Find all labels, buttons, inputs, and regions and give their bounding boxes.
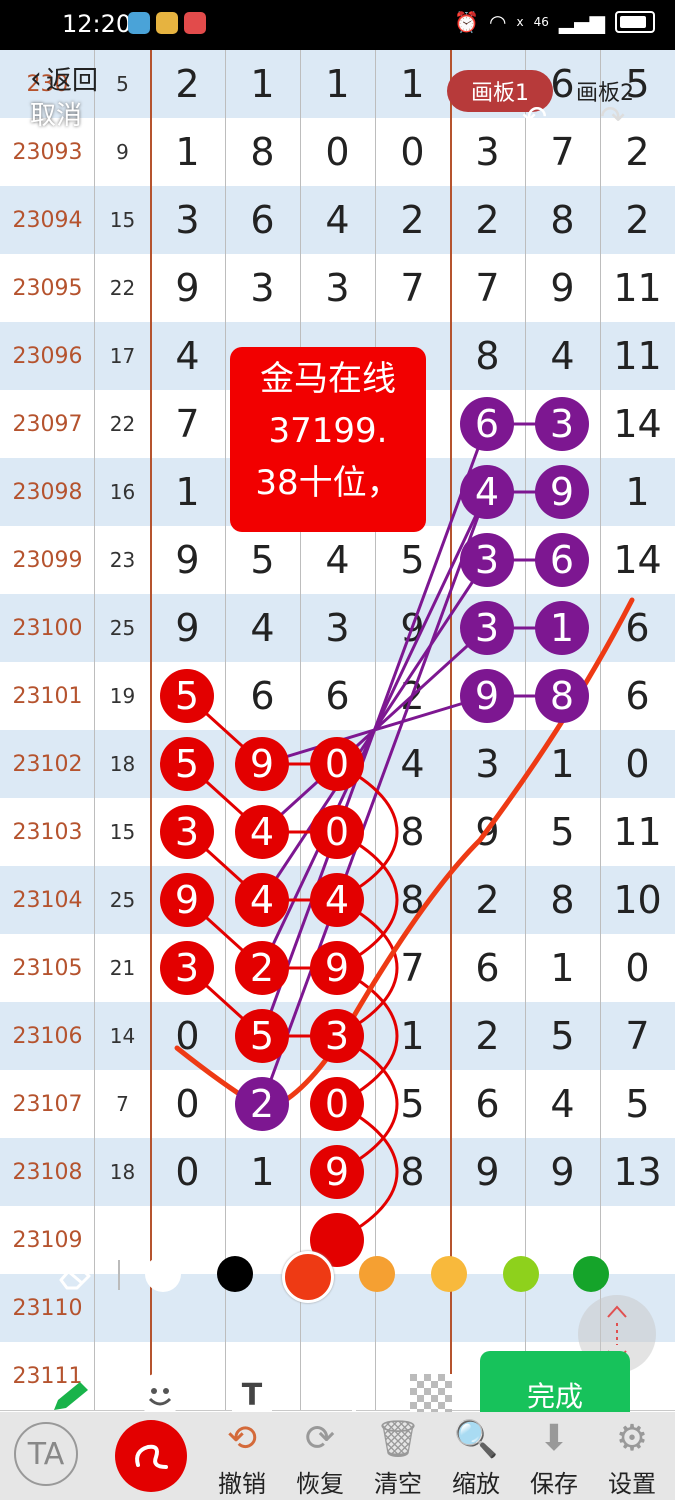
- red-marker-number: 4: [250, 878, 274, 922]
- purple-marker[interactable]: 9: [460, 669, 514, 723]
- curve-icon: [135, 1444, 168, 1469]
- undo-button[interactable]: ⟲ 撤销: [212, 1418, 272, 1499]
- color-swatch[interactable]: [503, 1256, 539, 1292]
- clear-label: 清空: [374, 1470, 422, 1498]
- color-swatch[interactable]: [431, 1256, 467, 1292]
- red-marker[interactable]: 9: [310, 941, 364, 995]
- red-marker[interactable]: 9: [310, 1145, 364, 1199]
- purple-marker[interactable]: 3: [535, 397, 589, 451]
- red-marker-number: 9: [325, 946, 349, 990]
- red-marker[interactable]: 4: [235, 805, 289, 859]
- red-marker-number: 9: [175, 878, 199, 922]
- clear-button[interactable]: 🗑 清空: [368, 1418, 428, 1499]
- purple-marker-number: 2: [250, 1082, 274, 1126]
- red-marker[interactable]: 0: [310, 1077, 364, 1131]
- red-marker-number: 5: [175, 674, 199, 718]
- freehand-button[interactable]: [115, 1420, 187, 1492]
- note-line-2: 37199.: [268, 411, 388, 451]
- red-marker[interactable]: 2: [235, 941, 289, 995]
- red-marker[interactable]: 9: [160, 873, 214, 927]
- trash-icon: 🗑: [375, 1419, 421, 1460]
- purple-marker-number: 4: [475, 470, 499, 514]
- red-marker[interactable]: 3: [160, 941, 214, 995]
- red-marker[interactable]: 5: [235, 1009, 289, 1063]
- pencil-icon[interactable]: [48, 1378, 92, 1414]
- purple-marker[interactable]: 4: [460, 465, 514, 519]
- red-marker[interactable]: 0: [310, 737, 364, 791]
- smile-face-icon: [148, 1388, 172, 1406]
- red-marker-number: 0: [325, 1082, 349, 1126]
- text-style-button[interactable]: TA: [14, 1422, 78, 1486]
- purple-marker[interactable]: 6: [535, 533, 589, 587]
- purple-marker-number: 3: [550, 402, 574, 446]
- purple-marker[interactable]: 6: [460, 397, 514, 451]
- purple-marker[interactable]: 9: [535, 465, 589, 519]
- save-button[interactable]: ⬇ 保存: [524, 1418, 584, 1499]
- note-line-3: 38十位，: [255, 463, 401, 503]
- red-marker[interactable]: 4: [235, 873, 289, 927]
- purple-marker[interactable]: 8: [535, 669, 589, 723]
- redo-button[interactable]: ⟳ 恢复: [290, 1418, 350, 1499]
- purple-marker-number: 3: [475, 606, 499, 650]
- note-line-1: 金马在线: [260, 359, 396, 399]
- red-marker[interactable]: 5: [160, 669, 214, 723]
- red-marker-number: 9: [325, 1150, 349, 1194]
- redo-icon: ⟳: [304, 1418, 336, 1459]
- purple-marker-number: 9: [550, 470, 574, 514]
- red-marker[interactable]: 3: [310, 1009, 364, 1063]
- color-swatch[interactable]: [282, 1251, 334, 1303]
- purple-marker-number: 3: [475, 538, 499, 582]
- purple-marker[interactable]: 3: [460, 533, 514, 587]
- zoom-button[interactable]: 🔍 缩放: [446, 1418, 506, 1499]
- palette-divider: [118, 1260, 120, 1290]
- undo-icon: ⟲: [226, 1418, 258, 1459]
- download-icon: ⬇: [538, 1418, 570, 1459]
- purple-marker-number: 1: [550, 606, 574, 650]
- red-marker[interactable]: 4: [310, 873, 364, 927]
- color-swatch[interactable]: [573, 1256, 609, 1292]
- red-marker-number: 3: [175, 810, 199, 854]
- eraser-icon[interactable]: [55, 1258, 95, 1292]
- text-tool-icon[interactable]: T: [232, 1375, 272, 1415]
- red-marker-number: 0: [325, 742, 349, 786]
- settings-button[interactable]: ⚙ 设置: [602, 1418, 662, 1499]
- text-note[interactable]: 金马在线 37199. 38十位，: [230, 347, 426, 532]
- purple-marker-number: 6: [475, 402, 499, 446]
- purple-marker[interactable]: 1: [535, 601, 589, 655]
- mosaic-icon[interactable]: [410, 1374, 452, 1416]
- purple-marker-number: 6: [550, 538, 574, 582]
- color-swatch[interactable]: [145, 1256, 181, 1292]
- red-marker-number: 5: [175, 742, 199, 786]
- red-marker-number: 3: [325, 1014, 349, 1058]
- red-marker[interactable]: 3: [160, 805, 214, 859]
- red-marker[interactable]: 9: [235, 737, 289, 791]
- purple-marker-number: 8: [550, 674, 574, 718]
- red-marker-number: 4: [250, 810, 274, 854]
- emoji-icon[interactable]: [138, 1373, 182, 1417]
- red-marker[interactable]: 5: [160, 737, 214, 791]
- red-marker-number: 5: [250, 1014, 274, 1058]
- purple-diagonal: [261, 694, 488, 766]
- redo-label: 恢复: [296, 1470, 344, 1498]
- purple-marker[interactable]: 3: [460, 601, 514, 655]
- magnifier-icon: 🔍: [453, 1419, 499, 1460]
- red-marker-number: 0: [325, 810, 349, 854]
- settings-label: 设置: [608, 1470, 656, 1498]
- purple-marker-number: 9: [475, 674, 499, 718]
- gear-icon: ⚙: [615, 1418, 649, 1459]
- color-swatch[interactable]: [217, 1256, 253, 1292]
- red-marker-number: 4: [325, 878, 349, 922]
- red-marker[interactable]: 0: [310, 805, 364, 859]
- zoom-label: 缩放: [452, 1470, 500, 1498]
- crop-icon[interactable]: [320, 1372, 364, 1416]
- purple-marker[interactable]: 2: [235, 1077, 289, 1131]
- color-swatch[interactable]: [359, 1256, 395, 1292]
- save-label: 保存: [530, 1470, 578, 1498]
- red-marker-number: 9: [250, 742, 274, 786]
- red-marker-number: 2: [250, 946, 274, 990]
- undo-label: 撤销: [218, 1470, 266, 1498]
- red-marker-number: 3: [175, 946, 199, 990]
